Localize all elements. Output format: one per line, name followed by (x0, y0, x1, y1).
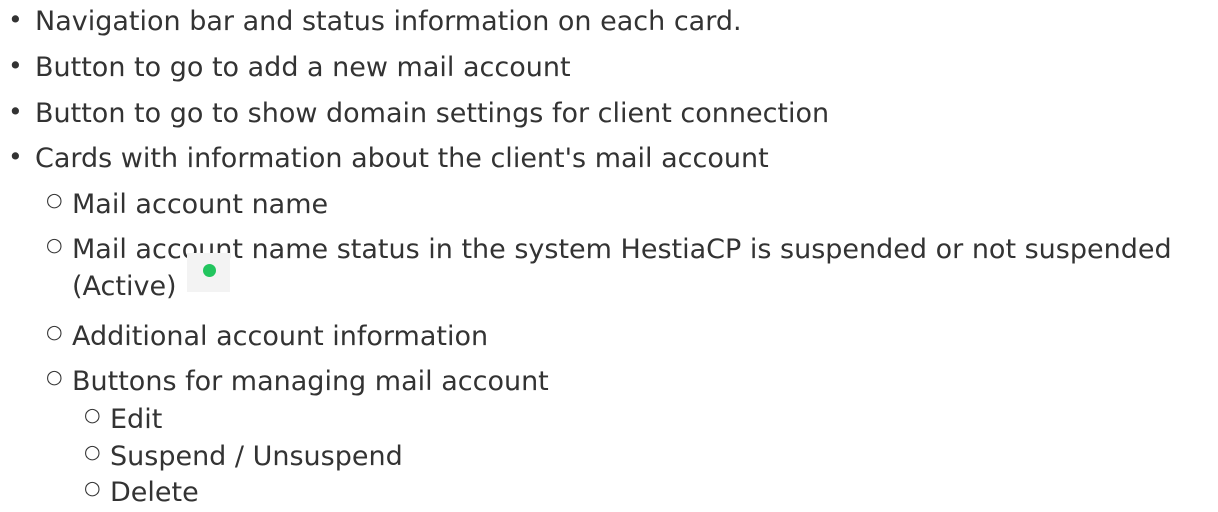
list-item-text: Button to go to show domain settings for… (35, 98, 830, 129)
list-item-text: Additional account information (72, 321, 489, 352)
circle-marker: ○ (46, 321, 63, 343)
bullet-marker: • (8, 5, 23, 34)
status-indicator (187, 253, 230, 292)
circle-marker: ○ (84, 477, 101, 499)
circle-marker: ○ (84, 441, 101, 463)
bullet-marker: • (8, 142, 23, 171)
document-page: • Navigation bar and status information … (0, 0, 1218, 511)
circle-marker: ○ (84, 404, 101, 426)
list-item-text: Button to go to add a new mail account (35, 52, 571, 83)
bullet-marker: • (8, 51, 23, 80)
list-item-text: (Active) (72, 271, 177, 302)
circle-marker: ○ (46, 234, 63, 256)
bullet-marker: • (8, 97, 23, 126)
list-item-text: Cards with information about the client'… (35, 143, 769, 174)
list-item-text: Edit (110, 404, 163, 435)
list-item-text: Mail account name (72, 189, 329, 220)
list-item-text: Delete (110, 477, 199, 508)
circle-marker: ○ (46, 189, 63, 211)
list-item-text: Buttons for managing mail account (72, 366, 549, 397)
list-item-text: Mail account name status in the system H… (72, 234, 1172, 265)
circle-marker: ○ (46, 366, 63, 388)
list-item-text: Suspend / Unsuspend (110, 441, 403, 472)
active-status-dot-icon (203, 264, 216, 277)
list-item-text: Navigation bar and status information on… (35, 6, 742, 37)
